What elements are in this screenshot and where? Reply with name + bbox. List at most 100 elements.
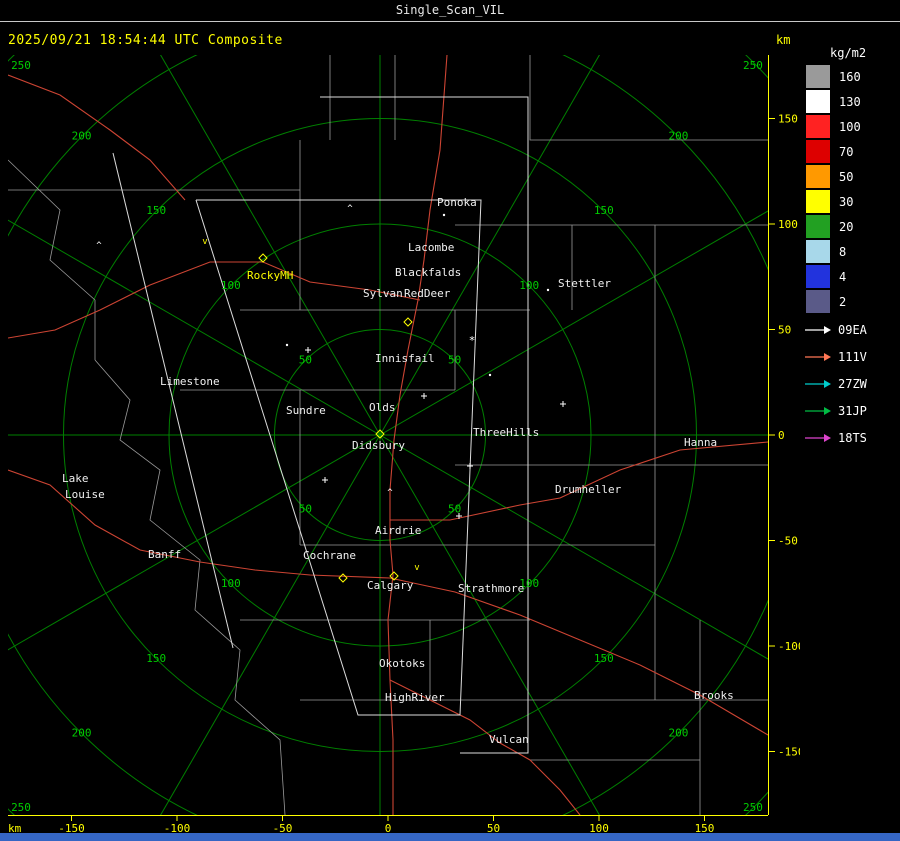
svg-text:v: v bbox=[202, 237, 207, 247]
legend-scale-row: 4 bbox=[806, 264, 861, 289]
city-label: Lacombe bbox=[408, 241, 454, 254]
city-label: Okotoks bbox=[379, 657, 425, 670]
svg-text:200: 200 bbox=[668, 130, 688, 143]
city-label: Strathmore bbox=[458, 582, 524, 595]
station-legend-row: 31JP bbox=[804, 397, 867, 424]
svg-text:250: 250 bbox=[11, 59, 31, 72]
city-label: Louise bbox=[65, 488, 105, 501]
svg-text:250: 250 bbox=[11, 801, 31, 814]
radar-station-list: 09EA 111V 27ZW 31JP 18TS bbox=[804, 316, 867, 451]
svg-text:^: ^ bbox=[387, 488, 393, 498]
right-axis-tick-label: -100 bbox=[778, 640, 800, 653]
legend-scale-row: 50 bbox=[806, 164, 861, 189]
legend-scale-value: 50 bbox=[839, 169, 854, 184]
svg-text:150: 150 bbox=[146, 204, 166, 217]
right-axis-tick-label: 0 bbox=[778, 429, 785, 442]
right-axis-tick-label: 150 bbox=[778, 113, 798, 126]
svg-text:100: 100 bbox=[221, 577, 241, 590]
svg-text:200: 200 bbox=[668, 726, 688, 739]
legend-scale-value: 20 bbox=[839, 219, 854, 234]
station-id-label: 27ZW bbox=[838, 376, 867, 391]
legend-scale-value: 70 bbox=[839, 144, 854, 159]
legend-scale-value: 4 bbox=[839, 269, 847, 284]
legend-color-swatch bbox=[806, 115, 830, 138]
window-title: Single_Scan_VIL bbox=[395, 3, 505, 17]
svg-text:100: 100 bbox=[221, 279, 241, 292]
city-label: Stettler bbox=[558, 277, 611, 290]
taskbar-strip[interactable] bbox=[0, 833, 900, 841]
legend-scale-row: 100 bbox=[806, 114, 861, 139]
city-label: Vulcan bbox=[489, 733, 529, 746]
city-label: Cochrane bbox=[303, 549, 356, 562]
legend-color-swatch bbox=[806, 290, 830, 313]
legend-color-swatch bbox=[806, 165, 830, 188]
legend-panel: kg/m2 160 130 100 70 50 30 20 8 4 2 09EA 111V 27ZW 3… bbox=[800, 22, 900, 833]
city-label: Sylvan bbox=[363, 287, 403, 300]
city-label: Airdrie bbox=[375, 524, 421, 537]
svg-text:150: 150 bbox=[594, 204, 614, 217]
legend-color-swatch bbox=[806, 215, 830, 238]
city-label: Hanna bbox=[684, 436, 717, 449]
svg-text:250: 250 bbox=[743, 59, 763, 72]
station-id-label: 31JP bbox=[838, 403, 867, 418]
station-arrow-icon bbox=[805, 433, 831, 442]
legend-color-swatch bbox=[806, 140, 830, 163]
svg-text:250: 250 bbox=[743, 801, 763, 814]
city-label: Olds bbox=[369, 401, 396, 414]
radar-map-canvas: 50 5050 50100 100100 100150 150150 150200 20020… bbox=[8, 55, 768, 815]
station-arrow-icon bbox=[805, 406, 831, 415]
city-label: Blackfalds bbox=[395, 266, 461, 279]
vil-color-scale: 160 130 100 70 50 30 20 8 4 2 bbox=[806, 64, 861, 314]
station-arrow-icon bbox=[805, 325, 831, 334]
right-axis-tick-label: 100 bbox=[778, 218, 798, 231]
legend-scale-row: 30 bbox=[806, 189, 861, 214]
radar-map-display[interactable]: 50 50 50 50 100 100 100 100 150 150 150 150 200 200 20… bbox=[8, 55, 768, 815]
station-legend-row: 09EA bbox=[804, 316, 867, 343]
city-label: RedDeer bbox=[404, 287, 451, 300]
legend-color-swatch bbox=[806, 240, 830, 263]
legend-scale-row: 160 bbox=[806, 64, 861, 89]
scan-timestamp: 2025/09/21 18:54:44 UTC Composite bbox=[8, 33, 283, 48]
city-label: Limestone bbox=[160, 375, 220, 388]
station-legend-row: 111V bbox=[804, 343, 867, 370]
legend-unit-label: kg/m2 bbox=[830, 46, 867, 60]
city-label: Banff bbox=[148, 548, 181, 561]
svg-text:^: ^ bbox=[347, 204, 353, 214]
legend-color-swatch bbox=[806, 190, 830, 213]
legend-scale-value: 30 bbox=[839, 194, 854, 209]
legend-scale-value: 100 bbox=[839, 119, 861, 134]
svg-text:*: * bbox=[469, 334, 476, 347]
station-arrow-icon bbox=[805, 379, 831, 388]
city-label: Ponoka bbox=[437, 196, 477, 209]
city-label: Didsbury bbox=[352, 439, 405, 452]
city-label: Innisfail bbox=[375, 352, 435, 365]
legend-scale-row: 130 bbox=[806, 89, 861, 114]
right-axis-tick-label: -50 bbox=[778, 535, 798, 548]
svg-text:v: v bbox=[414, 563, 419, 573]
city-label: Calgary bbox=[367, 579, 414, 592]
city-label: Sundre bbox=[286, 404, 326, 417]
svg-text:150: 150 bbox=[594, 652, 614, 665]
svg-text:100: 100 bbox=[519, 279, 539, 292]
station-id-label: 09EA bbox=[838, 322, 867, 337]
station-legend-row: 18TS bbox=[804, 424, 867, 451]
legend-scale-row: 20 bbox=[806, 214, 861, 239]
station-legend-row: 27ZW bbox=[804, 370, 867, 397]
right-distance-axis: 150 100 50 0 -50 -100 -150 bbox=[768, 55, 800, 815]
svg-text:50: 50 bbox=[448, 353, 461, 366]
window-titlebar: Single_Scan_VIL bbox=[0, 0, 900, 22]
legend-scale-value: 8 bbox=[839, 244, 847, 259]
station-markers: v v * ^ ^ ^ bbox=[96, 204, 566, 583]
right-axis-tick-label: -150 bbox=[778, 746, 800, 759]
svg-text:50: 50 bbox=[299, 353, 312, 366]
city-label: Brooks bbox=[694, 689, 734, 702]
right-axis-unit-label: km bbox=[776, 33, 791, 47]
city-label: HighRiver bbox=[385, 691, 445, 704]
city-label: RockyMH bbox=[247, 269, 293, 282]
station-id-label: 111V bbox=[838, 349, 867, 364]
svg-text:^: ^ bbox=[96, 241, 102, 251]
legend-color-swatch bbox=[806, 65, 830, 88]
svg-text:150: 150 bbox=[146, 652, 166, 665]
station-id-label: 18TS bbox=[838, 430, 867, 445]
city-label: Drumheller bbox=[555, 483, 622, 496]
